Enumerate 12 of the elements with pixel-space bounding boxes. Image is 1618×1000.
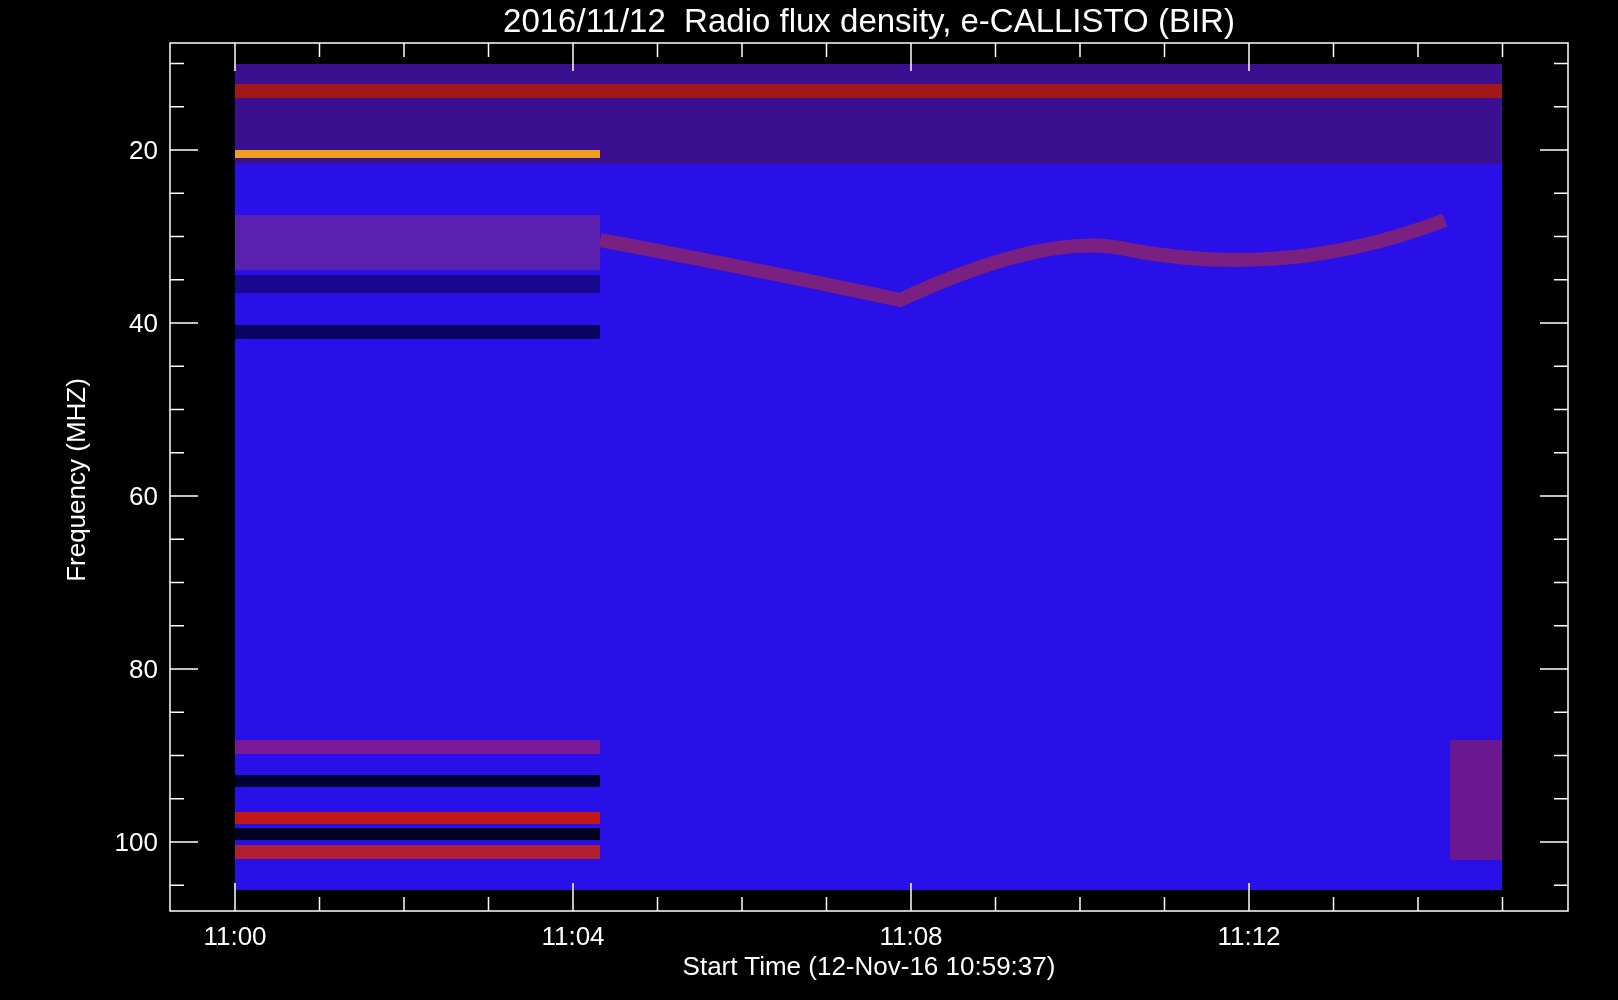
axis-label: Start Time (12-Nov-16 10:59:37) — [682, 951, 1056, 981]
tick-label: 11:08 — [879, 921, 943, 951]
tick-label: 100 — [114, 827, 158, 857]
tick-label: 60 — [129, 481, 158, 511]
plot-title: 2016/11/12 Radio flux density, e-CALLISTO (BIR) — [503, 2, 1235, 39]
tick-label: 11:04 — [541, 921, 605, 951]
tick-label: 80 — [129, 654, 158, 684]
axis-label: Frequency (MHZ) — [61, 378, 91, 582]
tick-label: 11:00 — [203, 921, 267, 951]
tick-label: 11:12 — [1217, 921, 1281, 951]
tick-label: 20 — [129, 135, 158, 165]
tick-label: 40 — [129, 308, 158, 338]
